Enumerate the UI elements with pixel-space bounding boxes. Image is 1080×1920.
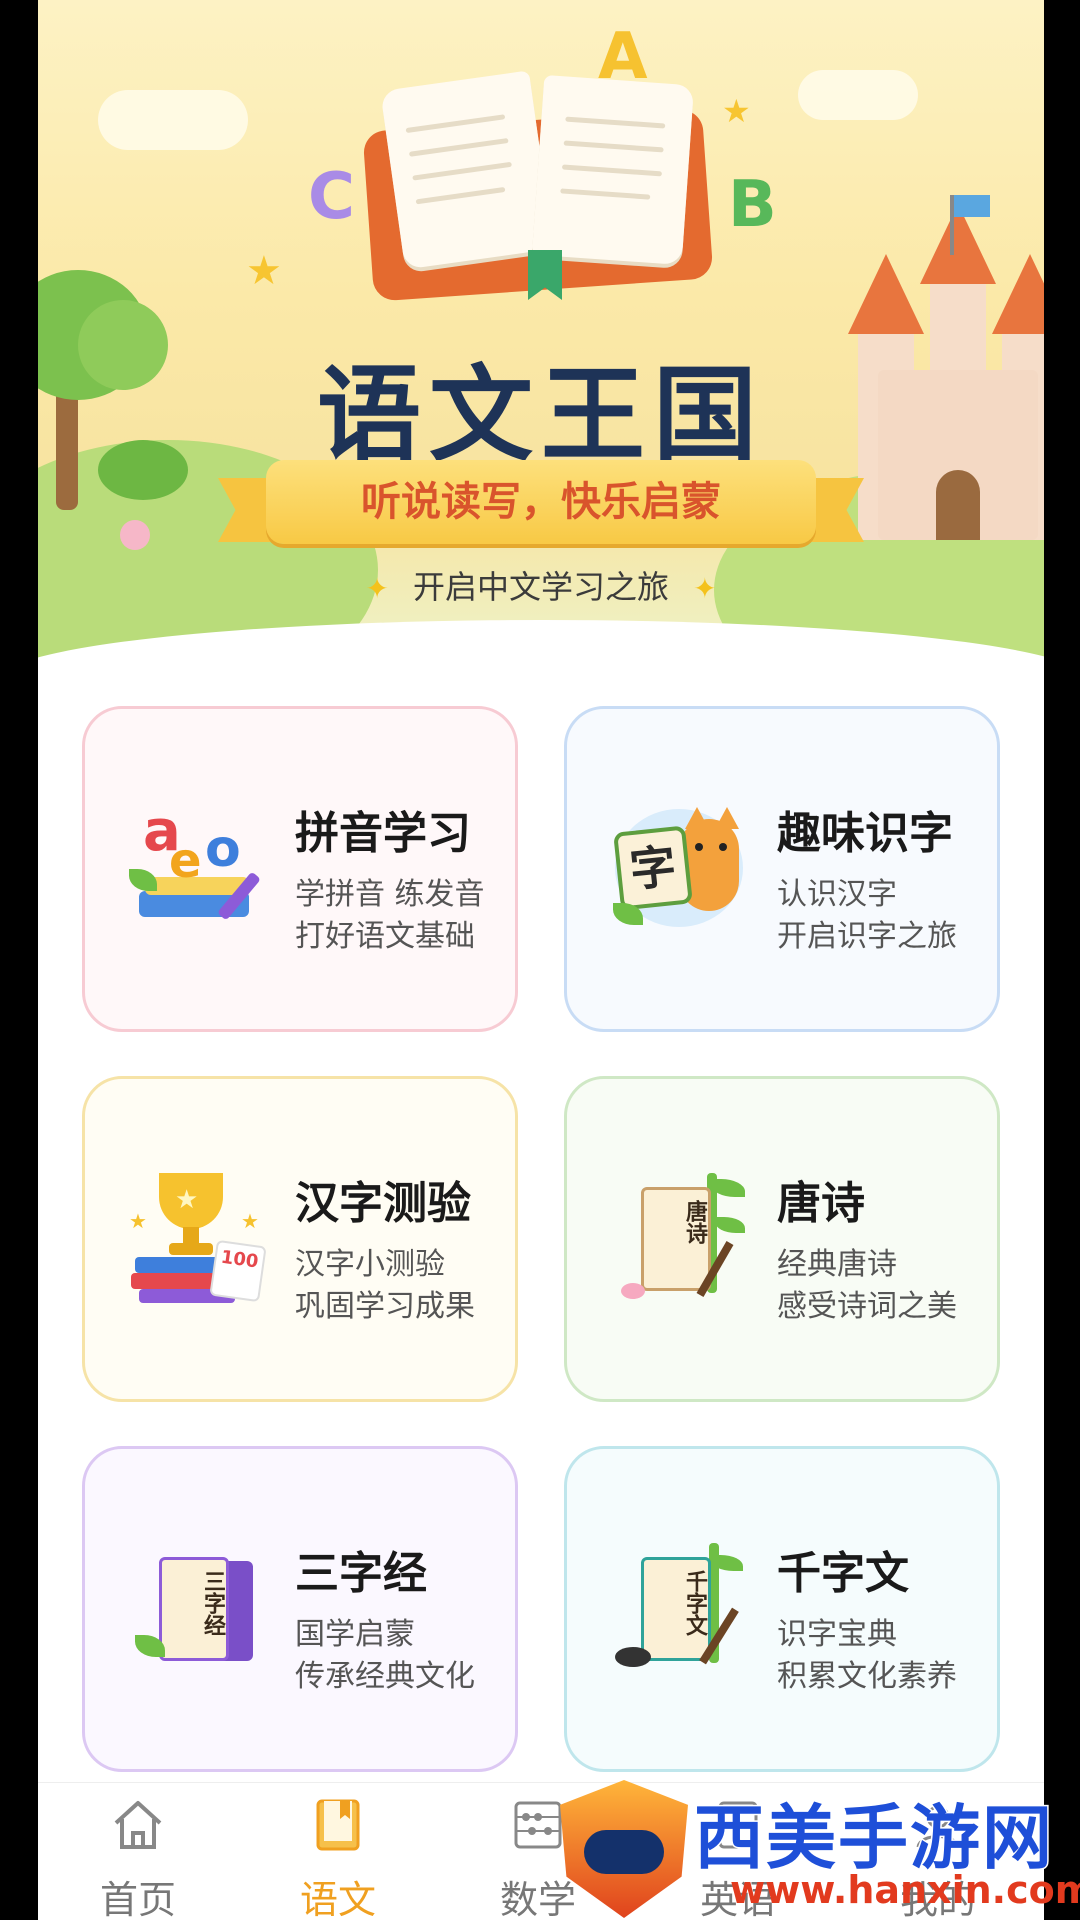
card-desc-line2: 开启识字之旅 — [777, 919, 957, 954]
card-desc-line2: 打好语文基础 — [295, 919, 475, 954]
letter-c-icon: C — [308, 160, 355, 234]
sparkle-icon: ✦ — [693, 572, 717, 605]
site-watermark: 西美手游网 www.hanxin.com — [560, 1770, 1080, 1920]
tang-poem-scroll-icon: 唐诗 — [611, 1169, 751, 1309]
card-fun-characters[interactable]: 字 趣味识字 认识汉字 开启识字之旅 — [564, 706, 1000, 1032]
card-desc-line1: 国学启蒙 — [295, 1617, 415, 1652]
letter-b-icon: B — [728, 168, 777, 242]
banner-subtitle: ✦ 开启中文学习之旅 ✦ — [38, 562, 1044, 608]
card-desc-line2: 积累文化素养 — [777, 1659, 957, 1694]
card-title: 三字经 — [295, 1548, 427, 1599]
card-title: 拼音学习 — [295, 808, 471, 859]
card-title: 唐诗 — [777, 1178, 865, 1229]
nav-item-home[interactable]: 首页 — [38, 1783, 238, 1920]
trophy-books-icon: ★ 100 ★ ★ — [129, 1169, 269, 1309]
page-title: 语文王国 — [316, 354, 765, 476]
nav-label: 语文 — [299, 1878, 376, 1920]
flower-decoration — [120, 520, 150, 550]
cloud-decoration — [98, 90, 248, 150]
app-screen: A B C ★ ★ 语文王国 听说读写，快乐启蒙 ✦ 开启中文学习之旅 ✦ a … — [38, 0, 1044, 1920]
cat-character-card-icon: 字 — [611, 799, 751, 939]
book-bookmark-icon — [316, 1799, 360, 1851]
watermark-url: www.hanxin.com — [730, 1868, 1080, 1912]
card-desc-line1: 经典唐诗 — [777, 1247, 897, 1282]
card-desc-line1: 认识汉字 — [777, 877, 897, 912]
card-desc-line1: 学拼音 练发音 — [295, 877, 485, 912]
card-character-quiz[interactable]: ★ 100 ★ ★ 汉字测验 汉字小测验 巩固学习成果 — [82, 1076, 518, 1402]
star-icon: ★ — [246, 248, 282, 294]
card-title: 千字文 — [777, 1548, 909, 1599]
card-desc-line1: 识字宝典 — [777, 1617, 897, 1652]
nav-item-chinese[interactable]: 语文 — [238, 1783, 438, 1920]
card-desc-line2: 感受诗词之美 — [777, 1289, 957, 1324]
card-thousand-character-classic[interactable]: 千字文 千字文 识字宝典 积累文化素养 — [564, 1446, 1000, 1772]
cloud-decoration — [798, 70, 918, 120]
thousand-character-scroll-icon: 千字文 — [611, 1539, 751, 1679]
card-pinyin[interactable]: a e o 拼音学习 学拼音 练发音 打好语文基础 — [82, 706, 518, 1032]
card-tang-poems[interactable]: 唐诗 唐诗 经典唐诗 感受诗词之美 — [564, 1076, 1000, 1402]
letter-a-icon: A — [598, 20, 648, 94]
card-title: 趣味识字 — [777, 808, 953, 859]
nav-label: 首页 — [99, 1878, 176, 1920]
pinyin-letters-icon: a e o — [129, 799, 269, 939]
sparkle-icon: ✦ — [365, 572, 389, 605]
card-desc-line2: 传承经典文化 — [295, 1659, 475, 1694]
hero-banner: A B C ★ ★ 语文王国 听说读写，快乐启蒙 ✦ 开启中文学习之旅 ✦ — [38, 0, 1044, 660]
card-title: 汉字测验 — [295, 1178, 471, 1229]
abacus-icon — [514, 1801, 562, 1849]
open-book-illustration — [362, 60, 714, 302]
three-character-scroll-icon: 三字经 — [129, 1539, 269, 1679]
subtitle-text: 开启中文学习之旅 — [412, 568, 669, 606]
card-desc-line1: 汉字小测验 — [295, 1247, 445, 1282]
gamepad-shield-logo — [560, 1780, 688, 1918]
card-desc-line2: 巩固学习成果 — [295, 1289, 475, 1324]
card-three-character-classic[interactable]: 三字经 三字经 国学启蒙 传承经典文化 — [82, 1446, 518, 1772]
home-icon — [114, 1801, 162, 1849]
slogan-ribbon: 听说读写，快乐启蒙 — [266, 460, 816, 544]
star-icon: ★ — [722, 92, 751, 130]
